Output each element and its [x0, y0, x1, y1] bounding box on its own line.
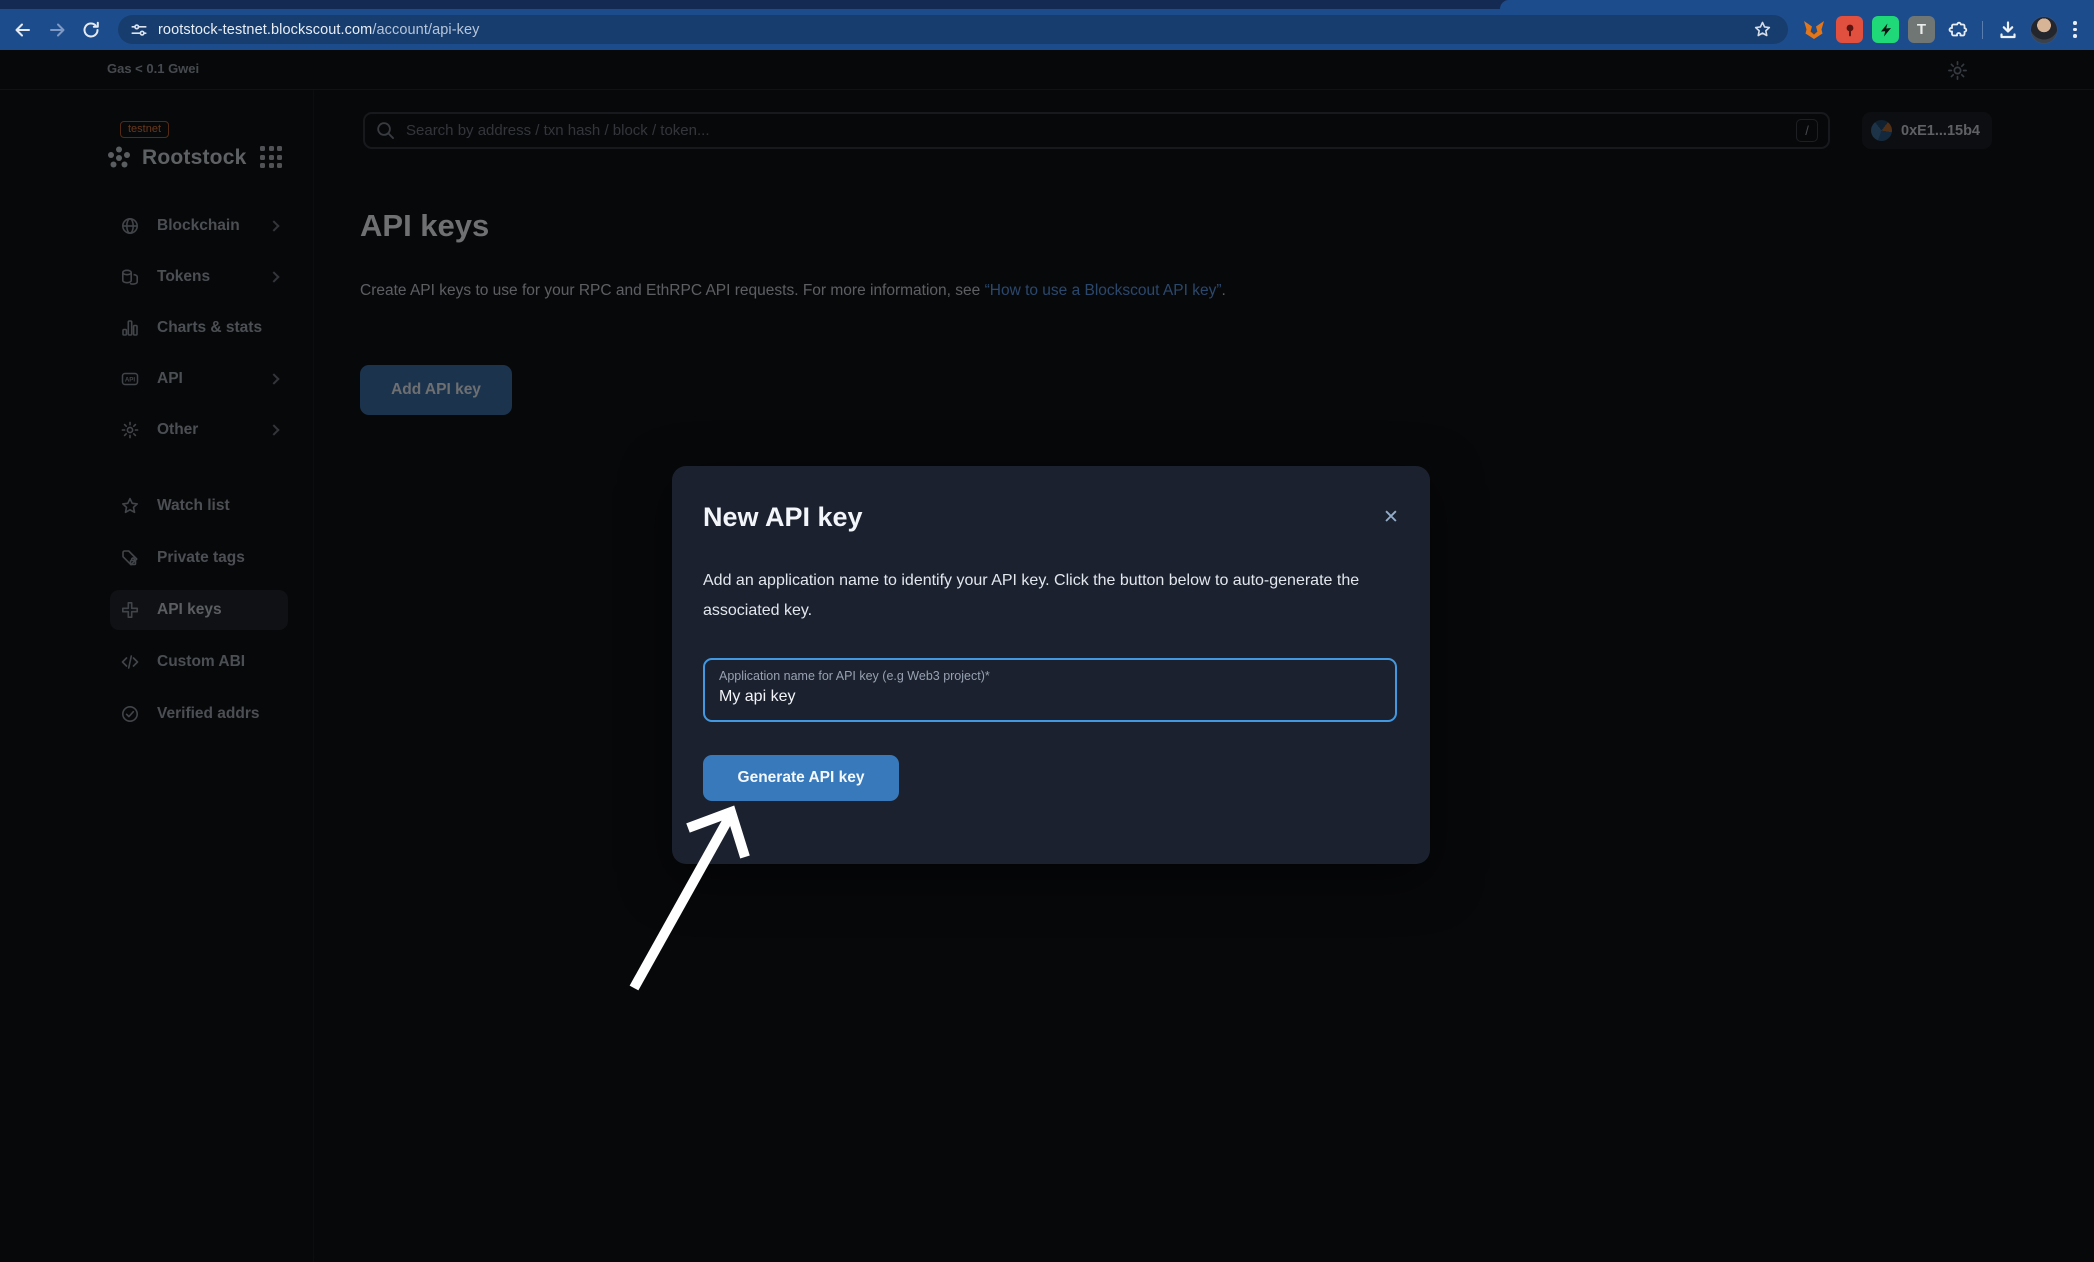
- app-name-field-label: Application name for API key (e.g Web3 p…: [719, 669, 990, 683]
- site-settings-icon[interactable]: [130, 21, 148, 39]
- red-extension-icon[interactable]: [1836, 16, 1863, 43]
- generate-api-key-button[interactable]: Generate API key: [703, 755, 899, 801]
- green-extension-icon[interactable]: [1872, 16, 1899, 43]
- tampermonkey-glyph: T: [1917, 21, 1926, 38]
- url-text: rootstock-testnet.blockscout.com/account…: [158, 22, 480, 38]
- tampermonkey-icon[interactable]: T: [1908, 16, 1935, 43]
- profile-avatar[interactable]: [2030, 16, 2058, 44]
- browser-chrome: rootstock-testnet.blockscout.com/account…: [0, 0, 2094, 50]
- forward-arrow-icon: [47, 20, 67, 40]
- reload-icon: [81, 20, 101, 40]
- close-icon: ✕: [1383, 506, 1399, 529]
- bookmark-star-icon[interactable]: [1753, 20, 1772, 39]
- extensions-row: T: [1800, 12, 2083, 47]
- modal-description: Add an application name to identify your…: [703, 566, 1398, 626]
- modal-title: New API key: [703, 502, 863, 533]
- downloads-icon[interactable]: [1994, 16, 2021, 43]
- tab-strip: [0, 0, 2094, 9]
- toolbar-separator: [1982, 21, 1983, 39]
- app-name-input[interactable]: [719, 688, 1369, 706]
- reload-button[interactable]: [74, 13, 108, 47]
- modal-close-button[interactable]: ✕: [1378, 504, 1404, 530]
- browser-toolbar: rootstock-testnet.blockscout.com/account…: [0, 9, 2094, 50]
- forward-button[interactable]: [40, 13, 74, 47]
- extensions-puzzle-icon[interactable]: [1944, 16, 1971, 43]
- metamask-icon[interactable]: [1800, 16, 1827, 43]
- active-tab-edge: [1500, 0, 2094, 9]
- back-arrow-icon: [13, 20, 33, 40]
- address-bar[interactable]: rootstock-testnet.blockscout.com/account…: [118, 15, 1788, 44]
- browser-menu-icon[interactable]: [2067, 17, 2083, 42]
- new-api-key-modal: New API key ✕ Add an application name to…: [672, 466, 1430, 864]
- back-button[interactable]: [6, 13, 40, 47]
- app-name-field[interactable]: Application name for API key (e.g Web3 p…: [703, 658, 1397, 722]
